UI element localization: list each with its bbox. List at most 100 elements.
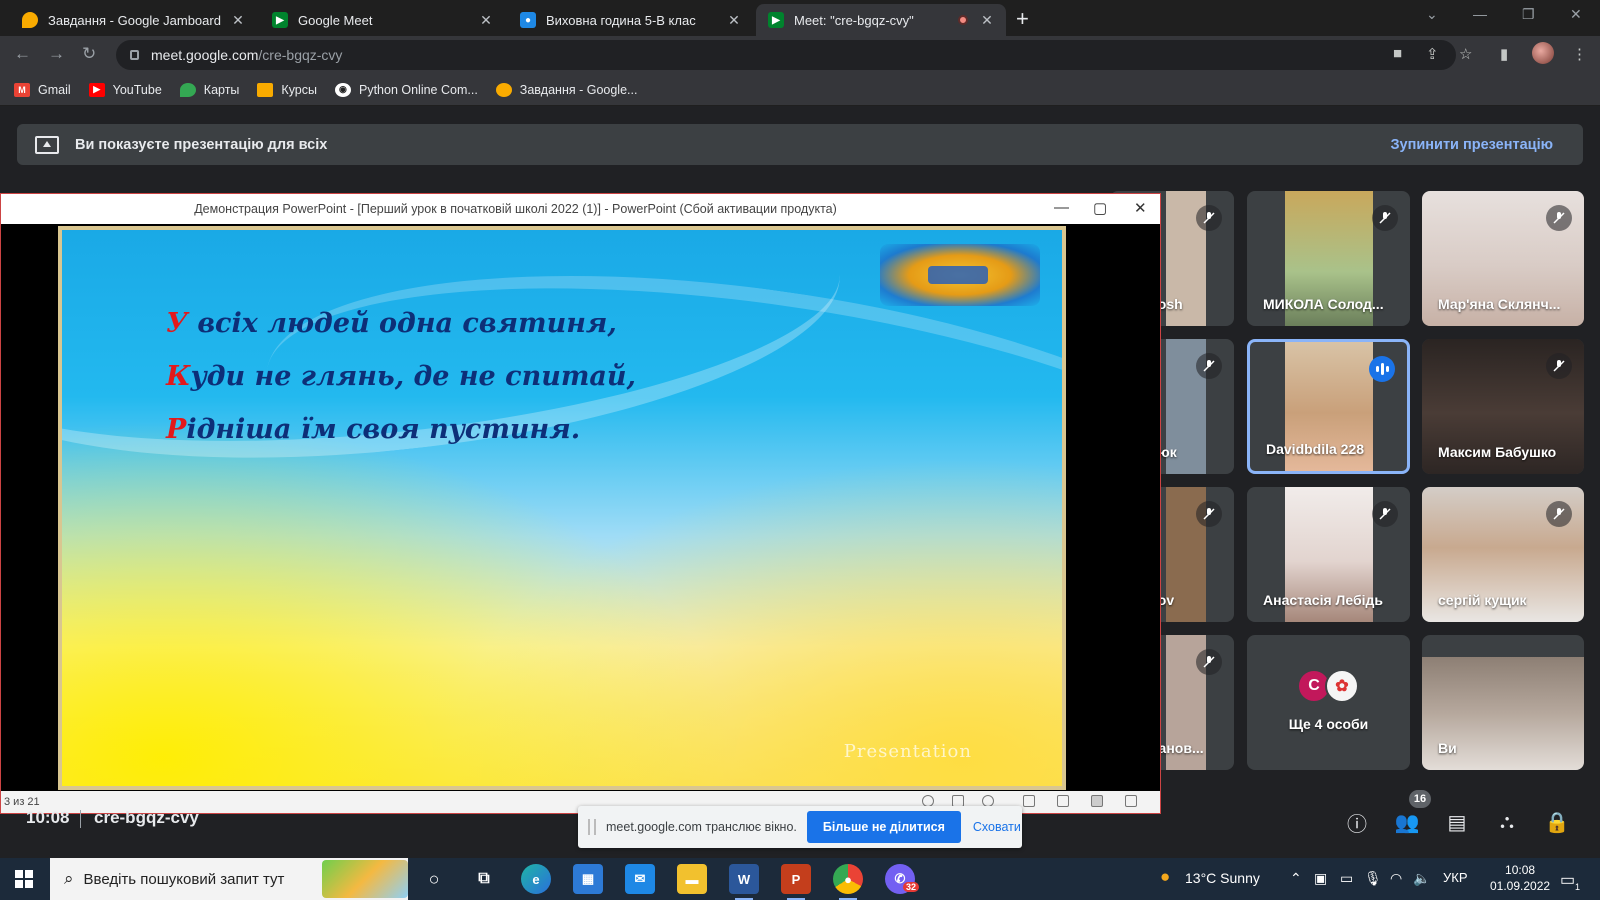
browser-tab-strip: Завдання - Google Jamboard ✕ ▶ Google Me… bbox=[0, 0, 1600, 36]
reload-icon[interactable]: ↻ bbox=[82, 44, 96, 64]
more-participants-label: Ще 4 особи bbox=[1288, 716, 1369, 732]
share-icon[interactable]: ⇪ bbox=[1426, 45, 1439, 63]
mic-icon[interactable]: 🎙 bbox=[1364, 870, 1382, 887]
avatar-stack: C ✿ bbox=[1297, 669, 1359, 703]
file-explorer-icon[interactable]: ▬ bbox=[677, 864, 707, 894]
participant-tile[interactable]: Максим Бабушко bbox=[1422, 339, 1584, 474]
verse-initial: К bbox=[166, 361, 191, 392]
volume-icon[interactable]: 🔈 bbox=[1413, 870, 1430, 887]
store-icon[interactable]: ▦ bbox=[573, 864, 603, 894]
forward-icon[interactable]: → bbox=[48, 44, 65, 64]
chat-icon[interactable]: ▤ bbox=[1443, 808, 1471, 836]
maximize-icon[interactable]: ▢ bbox=[1093, 199, 1107, 217]
close-icon[interactable]: ✕ bbox=[229, 12, 247, 29]
bookmark-jamboard[interactable]: Завдання - Google... bbox=[495, 82, 637, 97]
word-icon[interactable]: W bbox=[729, 864, 759, 900]
task-view-icon[interactable]: ⧉ bbox=[469, 864, 499, 894]
tab-title: Виховна година 5-В клас bbox=[546, 12, 696, 28]
close-icon[interactable]: ✕ bbox=[1134, 199, 1147, 217]
participant-name: Максим Бабушко bbox=[1438, 444, 1557, 460]
participant-tile-speaking[interactable]: Davidbdila 228 bbox=[1247, 339, 1410, 474]
speaking-indicator-icon bbox=[1369, 356, 1395, 382]
maximize-icon[interactable]: ❐ bbox=[1522, 6, 1535, 23]
powerpoint-title-bar: Демонстрация PowerPoint - [Перший урок в… bbox=[1, 194, 1160, 224]
participant-name: сергій кущик bbox=[1438, 592, 1527, 608]
side-panel-icon[interactable]: ▮ bbox=[1500, 45, 1508, 63]
bookmark-courses[interactable]: Курсы bbox=[257, 82, 317, 97]
tab-classroom[interactable]: ● Виховна година 5-В клас ✕ bbox=[508, 4, 753, 36]
battery-icon[interactable]: ▭ bbox=[1340, 870, 1353, 887]
divider bbox=[80, 810, 81, 828]
activities-icon[interactable]: ⛬ bbox=[1493, 808, 1521, 836]
close-icon[interactable]: ✕ bbox=[978, 12, 996, 29]
system-clock[interactable]: 10:08 01.09.2022 bbox=[1490, 862, 1550, 894]
participant-name: Мар'яна Склянч... bbox=[1438, 296, 1561, 312]
self-tile[interactable]: Ви bbox=[1422, 635, 1584, 770]
bookmark-gmail[interactable]: M Gmail bbox=[14, 82, 71, 97]
youtube-icon: ▶ bbox=[88, 82, 105, 97]
present-screen-icon bbox=[35, 135, 59, 154]
bookmark-maps[interactable]: Карты bbox=[179, 82, 239, 97]
verse-text: всіх людей одна святиня, bbox=[187, 308, 617, 339]
verse-initial: Р bbox=[166, 414, 187, 445]
bookmark-python[interactable]: ◉ Python Online Com... bbox=[334, 82, 478, 97]
minimize-icon[interactable]: — bbox=[1054, 199, 1069, 216]
drag-handle[interactable] bbox=[588, 819, 596, 835]
taskbar-search[interactable]: ⌕ Введіть пошуковий запит тут bbox=[50, 858, 408, 900]
address-bar[interactable]: meet.google.com/cre-bgqz-cvy bbox=[116, 40, 1456, 70]
stop-presenting-button[interactable]: Зупинити презентацію bbox=[1390, 137, 1553, 153]
url-path: /cre-bgqz-cvy bbox=[258, 47, 343, 63]
participant-tile[interactable]: сергій кущик bbox=[1422, 487, 1584, 622]
tab-google-meet[interactable]: ▶ Google Meet ✕ bbox=[260, 4, 505, 36]
info-icon[interactable]: ⓘ bbox=[1343, 808, 1371, 836]
back-icon[interactable]: ← bbox=[14, 44, 31, 64]
bookmark-youtube[interactable]: ▶ YouTube bbox=[88, 82, 162, 97]
more-participants-tile[interactable]: C ✿ Ще 4 особи bbox=[1247, 635, 1410, 770]
tray-app-icon[interactable]: ▣ bbox=[1314, 870, 1327, 887]
people-icon[interactable]: 👥 bbox=[1393, 808, 1421, 836]
verse-line-3: Рідніша їм своя пустиня. bbox=[166, 414, 580, 445]
bookmark-star-icon[interactable]: ☆ bbox=[1459, 45, 1472, 63]
participant-tile[interactable]: МИКОЛА Солод... bbox=[1247, 191, 1410, 326]
participant-tile[interactable]: Мар'яна Склянч... bbox=[1422, 191, 1584, 326]
windows-start-icon[interactable] bbox=[15, 870, 33, 888]
host-controls-icon[interactable]: 🔒 bbox=[1543, 808, 1571, 836]
tab-meet-active[interactable]: ▶ Meet: "cre-bgqz-cvy" ✕ bbox=[756, 4, 1006, 36]
search-icon: ⌕ bbox=[64, 869, 74, 888]
minimize-icon[interactable]: — bbox=[1473, 6, 1487, 22]
hide-button[interactable]: Сховати bbox=[973, 820, 1021, 834]
weather-text[interactable]: 13°C Sunny bbox=[1185, 870, 1260, 886]
mail-icon[interactable]: ✉ bbox=[625, 864, 655, 894]
mic-off-icon bbox=[1546, 501, 1572, 527]
jamboard-icon bbox=[495, 82, 512, 97]
close-icon[interactable]: ✕ bbox=[477, 12, 495, 29]
weather-sun-icon[interactable]: ● bbox=[1160, 867, 1170, 887]
participant-name: Davidbdila 228 bbox=[1266, 441, 1365, 457]
verse-line-1: У всіх людей одна святиня, bbox=[166, 308, 617, 339]
edge-icon[interactable]: e bbox=[521, 864, 551, 894]
close-icon[interactable]: ✕ bbox=[725, 12, 743, 29]
screen-share-notification: meet.google.com транслює вікно. Більше н… bbox=[578, 806, 1022, 848]
presenting-banner: Ви показуєте презентацію для всіх Зупини… bbox=[17, 124, 1583, 165]
powerpoint-icon[interactable]: P bbox=[781, 864, 811, 900]
menu-icon[interactable]: ⋮ bbox=[1572, 45, 1587, 63]
participant-name: МИКОЛА Солод... bbox=[1263, 296, 1384, 312]
slide[interactable]: У всіх людей одна святиня, Куди не глянь… bbox=[58, 226, 1066, 790]
bookmark-label: Gmail bbox=[38, 82, 71, 97]
language-indicator[interactable]: УКР bbox=[1443, 870, 1468, 885]
tab-search-icon[interactable]: ⌄ bbox=[1426, 6, 1438, 23]
tab-title: Завдання - Google Jamboard bbox=[48, 12, 221, 28]
cortana-icon[interactable]: ○ bbox=[419, 864, 449, 894]
notification-center-icon[interactable]: ▭ bbox=[1560, 870, 1575, 890]
new-tab-icon[interactable]: + bbox=[1016, 6, 1029, 32]
chrome-icon[interactable]: ● bbox=[833, 864, 863, 900]
tray-overflow-icon[interactable]: ⌃ bbox=[1290, 870, 1302, 887]
profile-avatar[interactable] bbox=[1532, 42, 1554, 64]
stop-sharing-button[interactable]: Більше не ділитися bbox=[806, 811, 961, 843]
lock-icon[interactable] bbox=[130, 50, 139, 60]
window-close-icon[interactable]: ✕ bbox=[1570, 6, 1582, 23]
participant-tile[interactable]: Анастасія Лебідь bbox=[1247, 487, 1410, 622]
camera-icon[interactable]: ■ bbox=[1393, 45, 1402, 62]
tab-jamboard[interactable]: Завдання - Google Jamboard ✕ bbox=[10, 4, 257, 36]
wifi-icon[interactable]: ◠ bbox=[1390, 870, 1402, 887]
